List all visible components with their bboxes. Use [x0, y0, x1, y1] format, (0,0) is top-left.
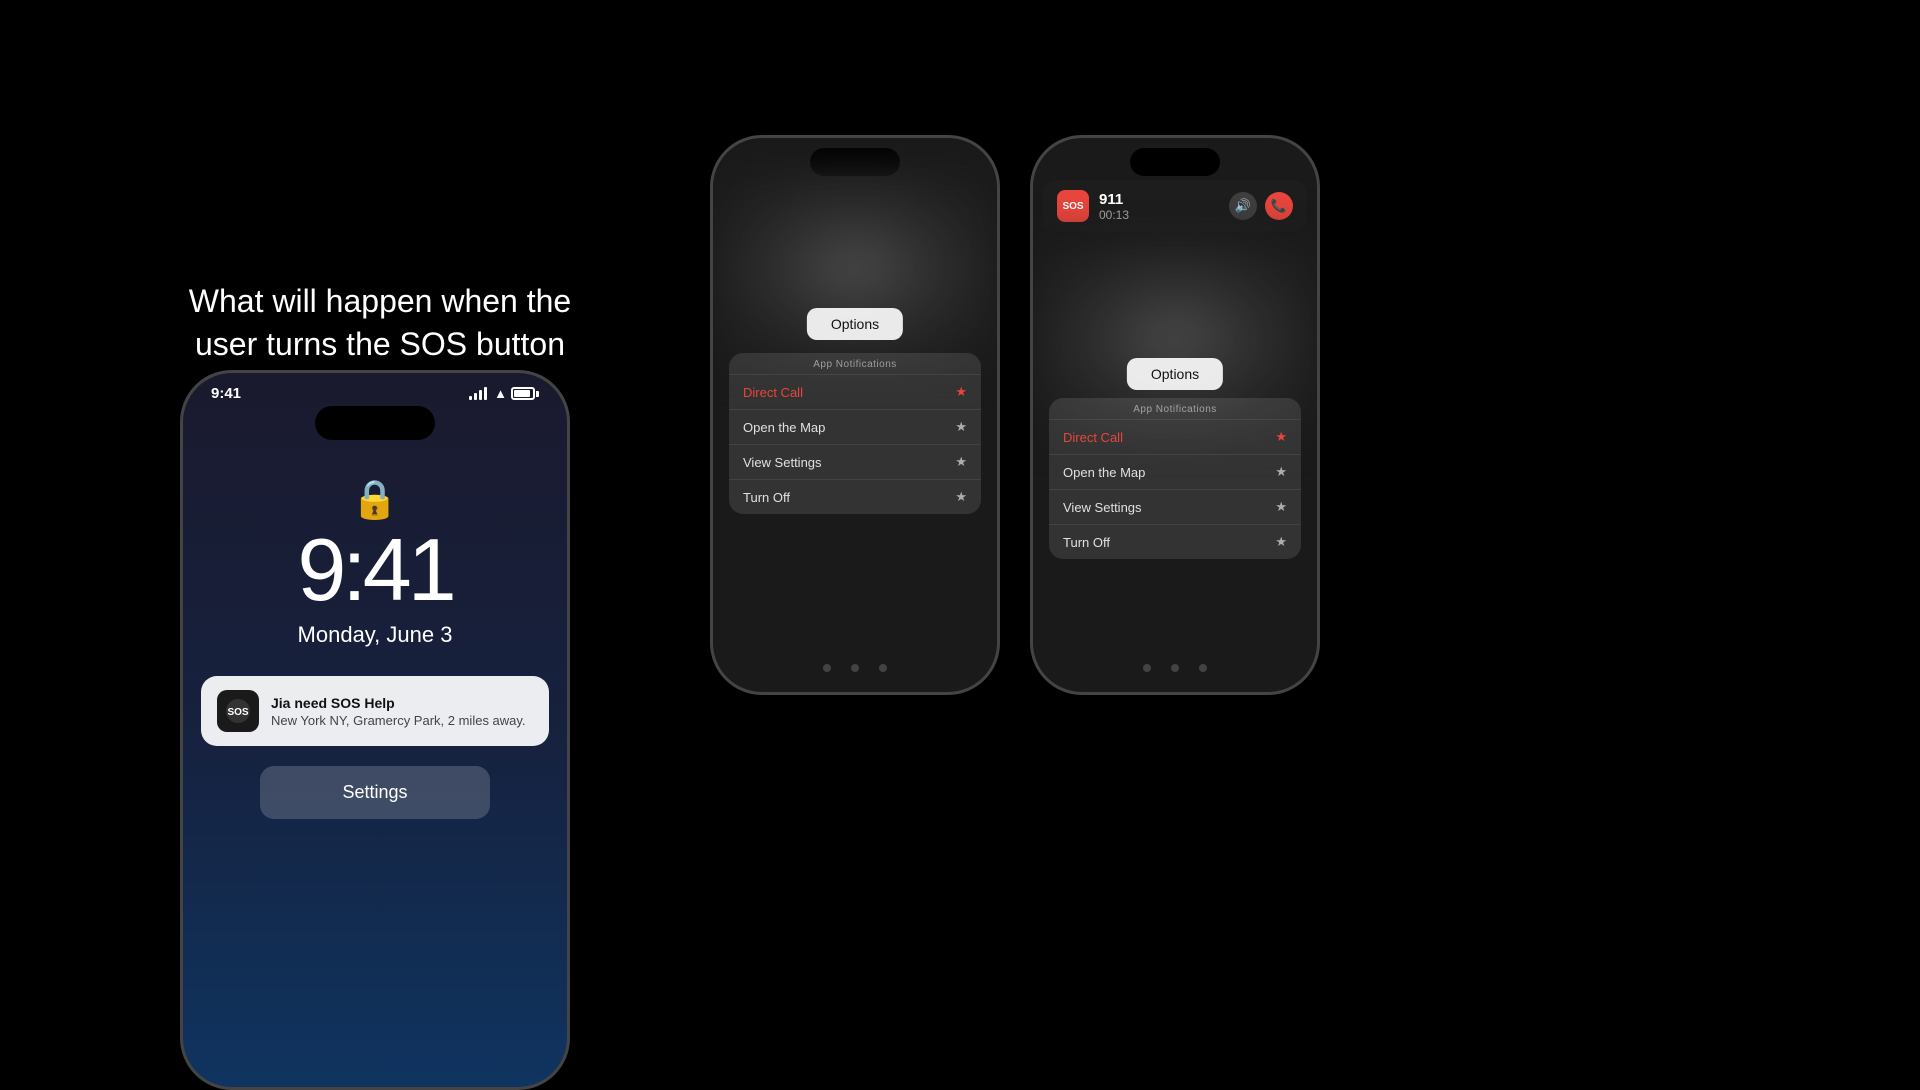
call-bar: SOS 911 00:13 🔊 📞 [1043, 180, 1307, 232]
signal-icon [469, 387, 487, 400]
dot [879, 664, 887, 672]
star-icon: ★ [955, 419, 967, 435]
star-icon: ★ [1275, 499, 1287, 515]
dot [1171, 664, 1179, 672]
battery-icon [511, 387, 539, 400]
notif-item-view-settings-phone3[interactable]: View Settings ★ [1049, 489, 1301, 524]
phone-active-call-inner: SOS 911 00:13 🔊 📞 Options App Notificati… [1033, 138, 1317, 692]
star-icon: ★ [955, 454, 967, 470]
speaker-button[interactable]: 🔊 [1229, 192, 1257, 220]
notif-item-view-settings-phone2[interactable]: View Settings ★ [729, 444, 981, 479]
notification-card: SOS Jia need SOS Help New York NY, Grame… [201, 676, 549, 746]
star-icon: ★ [1275, 464, 1287, 480]
call-number: 911 [1099, 191, 1219, 208]
call-info: 911 00:13 [1099, 191, 1219, 222]
app-notifications-panel-phone3: App Notifications Direct Call ★ Open the… [1049, 398, 1301, 559]
star-icon: ★ [1275, 534, 1287, 550]
lock-time: 9:41 [183, 526, 567, 614]
sos-app-icon-svg: SOS [225, 698, 251, 724]
notif-label: Turn Off [743, 490, 790, 505]
lock-date: Monday, June 3 [183, 622, 567, 648]
notif-body: New York NY, Gramercy Park, 2 miles away… [271, 713, 533, 728]
call-timer: 00:13 [1099, 208, 1219, 222]
notification-text: Jia need SOS Help New York NY, Gramercy … [271, 695, 533, 728]
star-icon: ★ [955, 489, 967, 505]
notif-label: Direct Call [743, 385, 803, 400]
dot [1199, 664, 1207, 672]
notif-item-open-map-phone2[interactable]: Open the Map ★ [729, 409, 981, 444]
dynamic-island [315, 406, 435, 440]
notif-label: Direct Call [1063, 430, 1123, 445]
settings-button[interactable]: Settings [260, 766, 490, 819]
notif-item-turn-off-phone2[interactable]: Turn Off ★ [729, 479, 981, 514]
bottom-dots-phone3 [1033, 664, 1317, 672]
notif-item-open-map-phone3[interactable]: Open the Map ★ [1049, 454, 1301, 489]
notif-label: Open the Map [743, 420, 825, 435]
notif-panel-header-phone2: App Notifications [729, 353, 981, 374]
notif-title: Jia need SOS Help [271, 695, 533, 711]
notif-panel-header-phone3: App Notifications [1049, 398, 1301, 419]
svg-text:SOS: SOS [227, 707, 248, 718]
options-button-phone3[interactable]: Options [1127, 358, 1223, 390]
notif-item-direct-call-phone2[interactable]: Direct Call ★ [729, 374, 981, 409]
connectivity-icons: ▲ [469, 386, 539, 401]
call-controls: 🔊 📞 [1229, 192, 1293, 220]
phone-sos-list-inner: Options App Notifications Direct Call ★ … [713, 138, 997, 692]
star-icon: ★ [1275, 429, 1287, 445]
notif-label: Open the Map [1063, 465, 1145, 480]
lock-icon: 🔒 [183, 478, 567, 522]
dot [823, 664, 831, 672]
phone-active-call: SOS 911 00:13 🔊 📞 Options App Notificati… [1030, 135, 1320, 695]
notif-label: View Settings [1063, 500, 1142, 515]
star-icon: ★ [955, 384, 967, 400]
notif-label: View Settings [743, 455, 822, 470]
end-call-button[interactable]: 📞 [1265, 192, 1293, 220]
app-icon: SOS [217, 690, 259, 732]
notif-label: Turn Off [1063, 535, 1110, 550]
options-button-phone2[interactable]: Options [807, 308, 903, 340]
dot [851, 664, 859, 672]
phone-sos-list: Options App Notifications Direct Call ★ … [710, 135, 1000, 695]
bottom-dots-phone2 [713, 664, 997, 672]
app-notifications-panel-phone2: App Notifications Direct Call ★ Open the… [729, 353, 981, 514]
lock-screen-inner: 9:41 ▲ 🔒 9:41 Monday, June 3 [183, 373, 567, 1087]
notif-item-direct-call-phone3[interactable]: Direct Call ★ [1049, 419, 1301, 454]
status-bar: 9:41 ▲ [183, 373, 567, 402]
notif-item-turn-off-phone3[interactable]: Turn Off ★ [1049, 524, 1301, 559]
dot [1143, 664, 1151, 672]
sos-badge: SOS [1057, 190, 1089, 222]
wifi-icon: ▲ [494, 386, 507, 401]
phone-lock-screen: 9:41 ▲ 🔒 9:41 Monday, June 3 [180, 370, 570, 1090]
dynamic-island-3 [1130, 148, 1220, 176]
status-time: 9:41 [211, 385, 241, 402]
